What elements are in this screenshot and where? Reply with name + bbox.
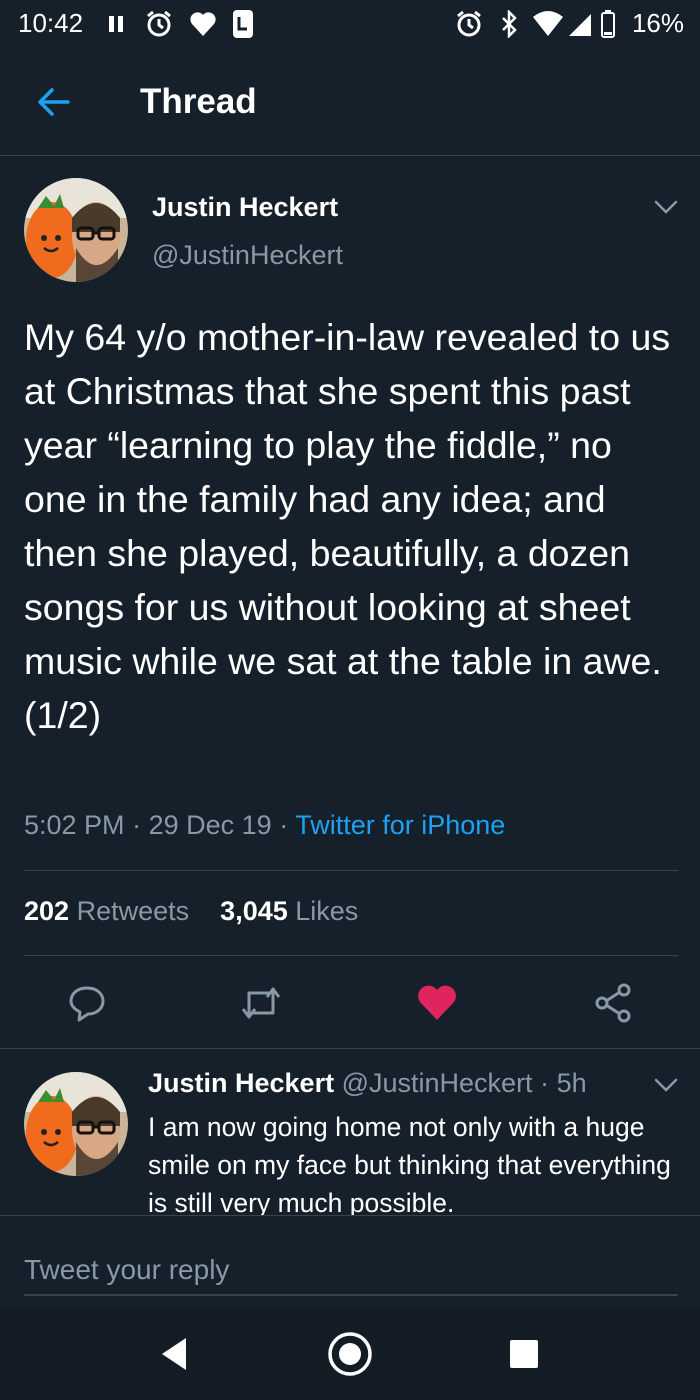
heart-status-icon — [188, 10, 218, 38]
page-title: Thread — [140, 82, 257, 121]
tweet-time: 5:02 PM — [24, 810, 125, 840]
likes-count: 3,045 — [220, 896, 288, 926]
status-bar: 10:42 16% — [0, 0, 700, 50]
reply-composer — [0, 1215, 700, 1325]
retweets-label: Retweets — [76, 896, 190, 926]
reply-chevron-down-icon[interactable] — [648, 1070, 684, 1100]
reply-tweet-text: I am now going home not only with a huge… — [148, 1112, 671, 1218]
phone-status-icon — [230, 10, 256, 38]
author-name[interactable]: Justin Heckert — [152, 192, 338, 223]
divider — [24, 870, 678, 871]
alarm-status-icon — [454, 10, 484, 38]
alarm-icon — [144, 10, 174, 38]
back-arrow-icon[interactable] — [34, 82, 74, 122]
nav-recents-icon[interactable] — [506, 1336, 542, 1372]
tweet-text: My 64 y/o mother-in-law revealed to us a… — [24, 316, 671, 736]
reply-author-handle[interactable]: @JustinHeckert — [342, 1068, 533, 1098]
like-heart-icon[interactable] — [412, 978, 462, 1028]
retweets-stat[interactable]: 202 Retweets — [24, 896, 197, 926]
status-time: 10:42 — [18, 8, 84, 38]
wifi-icon — [532, 10, 564, 38]
reply-input[interactable] — [24, 1246, 678, 1296]
meta-separator: · — [540, 1068, 550, 1098]
reply-avatar[interactable] — [24, 1072, 128, 1176]
retweets-count: 202 — [24, 896, 70, 926]
share-icon[interactable] — [588, 978, 638, 1028]
meta-separator: · — [279, 810, 289, 840]
likes-stat[interactable]: 3,045 Likes — [220, 896, 358, 926]
tweet-source-link[interactable]: Twitter for iPhone — [295, 810, 505, 840]
divider — [0, 1048, 700, 1049]
reply-icon[interactable] — [62, 978, 112, 1028]
meta-separator: · — [132, 810, 142, 840]
likes-label: Likes — [295, 896, 359, 926]
author-handle[interactable]: @JustinHeckert — [152, 240, 343, 271]
avatar[interactable] — [24, 178, 128, 282]
divider — [24, 955, 678, 956]
reply-author-name[interactable]: Justin Heckert — [148, 1068, 334, 1098]
tweet-date: 29 Dec 19 — [148, 810, 272, 840]
pause-icon — [106, 10, 126, 38]
nav-home-icon[interactable] — [326, 1330, 374, 1378]
engagement-stats: 202 Retweets 3,045 Likes — [24, 896, 358, 927]
battery-icon — [600, 10, 616, 38]
reply-header: Justin Heckert @JustinHeckert · 5h — [148, 1068, 587, 1099]
tweet-meta: 5:02 PM · 29 Dec 19 · Twitter for iPhone — [24, 810, 505, 841]
thread-header: Thread — [0, 50, 700, 156]
reply-age: 5h — [556, 1068, 587, 1098]
bluetooth-icon — [494, 10, 524, 38]
retweet-icon[interactable] — [236, 978, 286, 1028]
android-nav-bar — [0, 1310, 700, 1400]
chevron-down-icon[interactable] — [648, 192, 684, 222]
signal-icon — [566, 10, 594, 38]
nav-back-icon[interactable] — [156, 1334, 192, 1374]
battery-percent: 16% — [631, 8, 684, 38]
